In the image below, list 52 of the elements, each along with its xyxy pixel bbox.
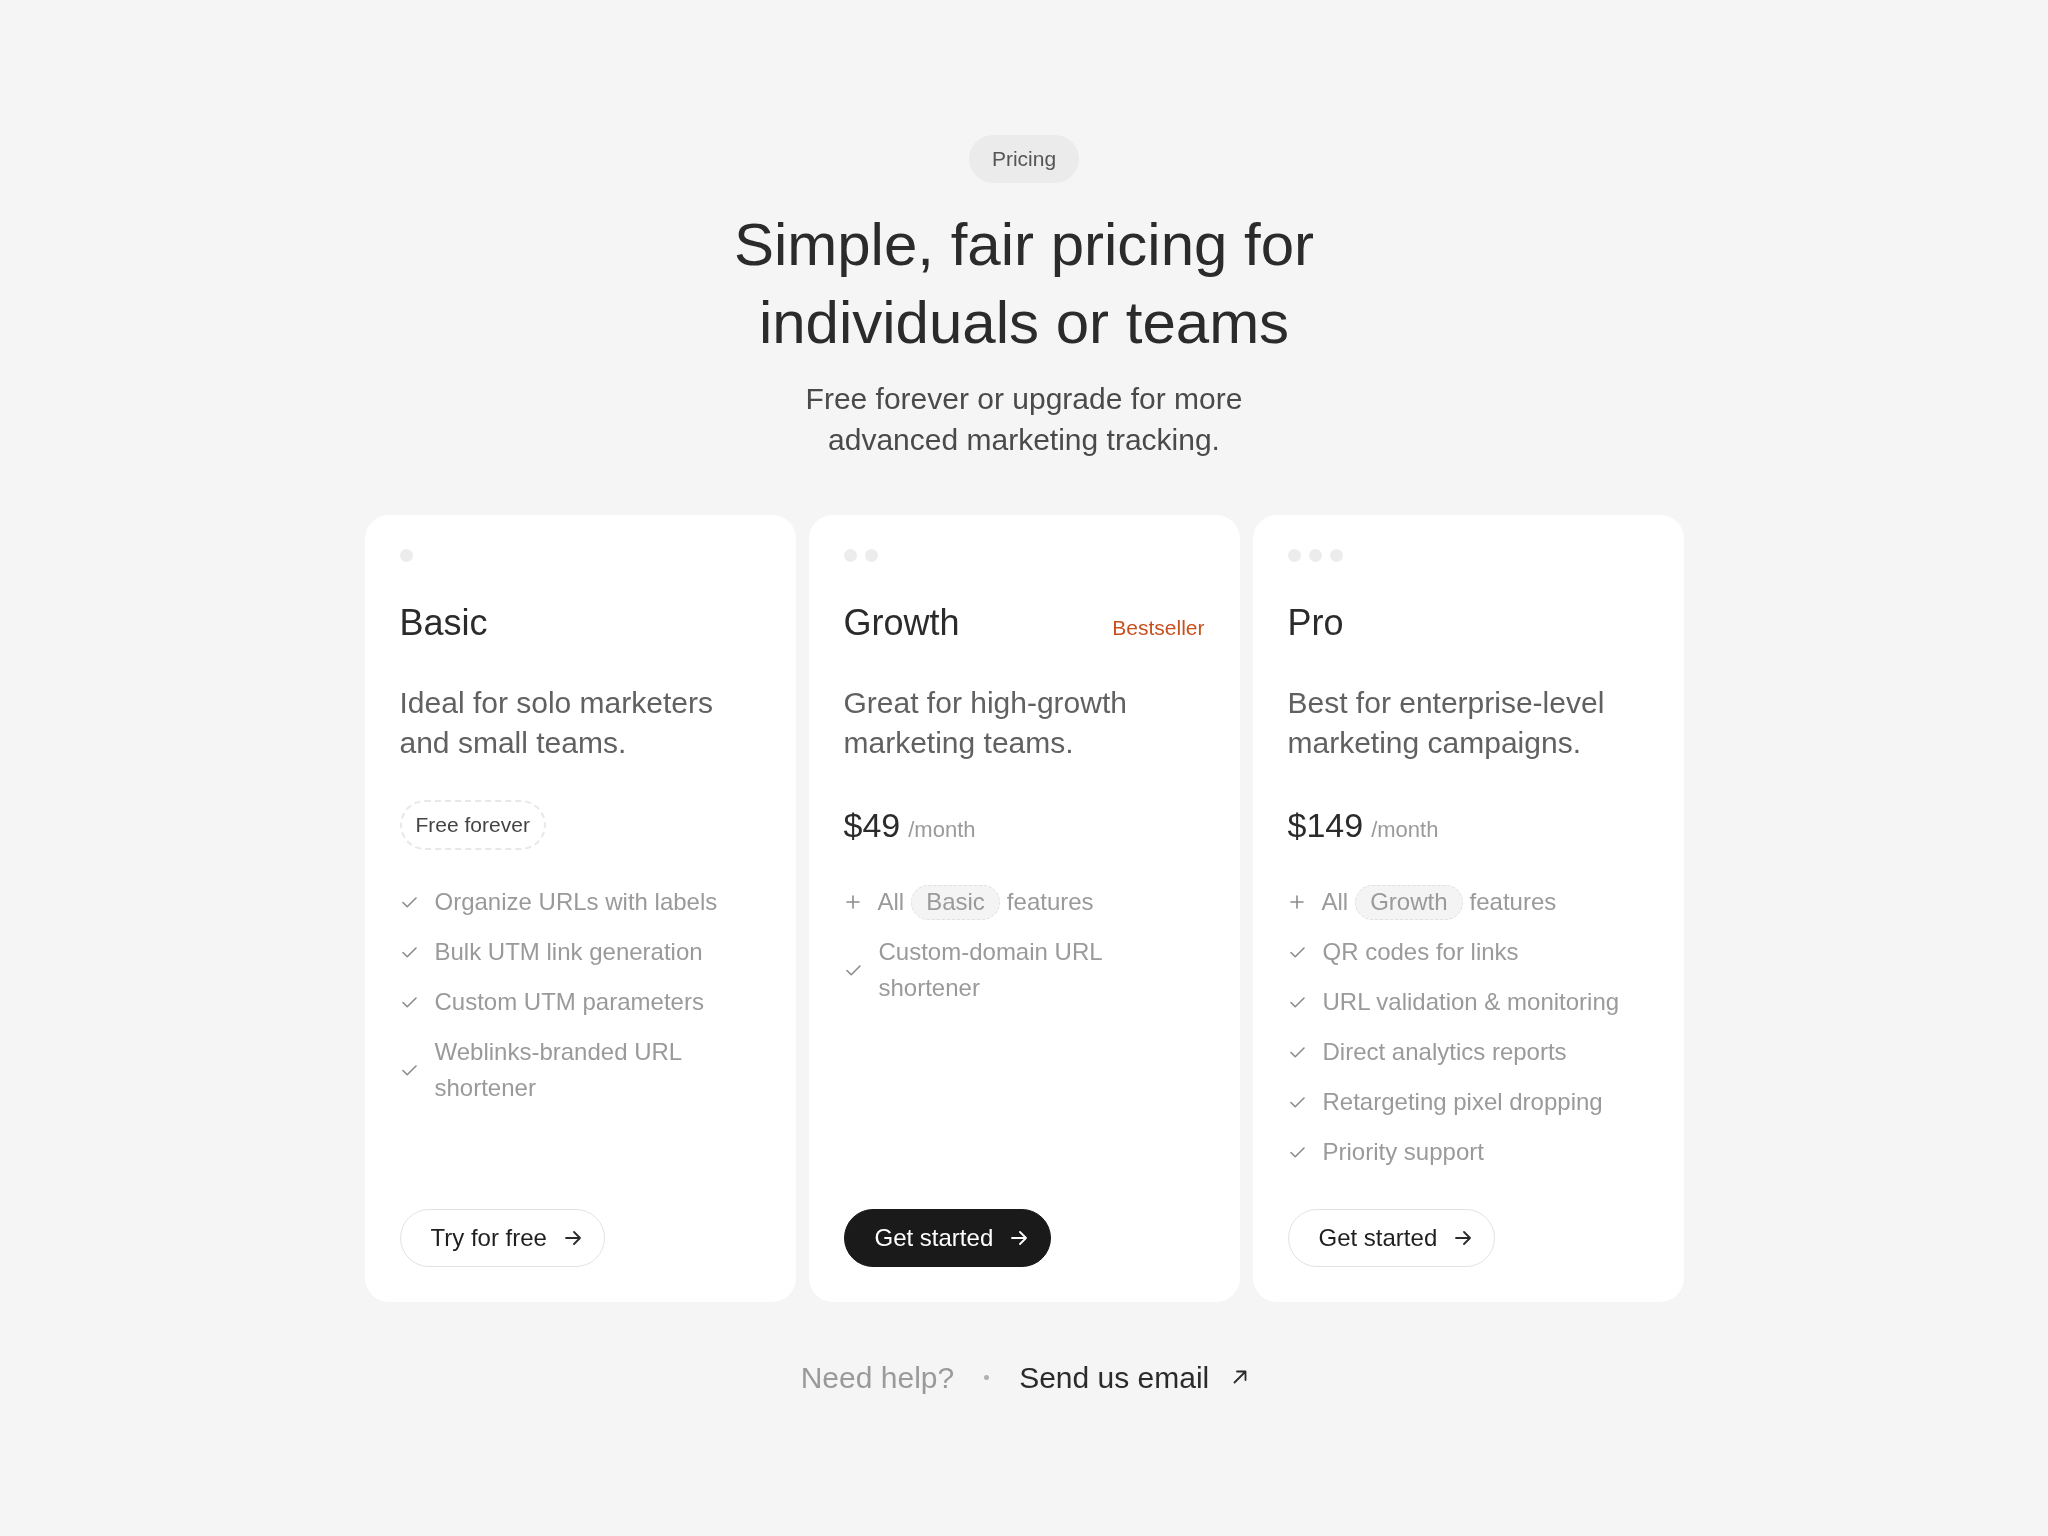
check-icon: [401, 896, 417, 908]
bestseller-label: Bestseller: [1112, 615, 1205, 641]
feature-text: QR codes for links: [1322, 937, 1519, 967]
plan-name: Pro: [1287, 601, 1344, 645]
price-period: /month: [908, 816, 976, 844]
email-link[interactable]: Send us email: [1019, 1354, 1248, 1400]
check-icon: [1289, 1046, 1305, 1058]
plan-name: Basic: [399, 601, 488, 645]
plan-description: Ideal for solo marketers and small teams.: [399, 685, 714, 761]
page-heading: Simple, fair pricing for individuals or teams: [732, 210, 1316, 358]
feature-text: Bulk UTM link generation: [434, 937, 703, 967]
feature-text: features: [1469, 887, 1557, 917]
plus-icon: [845, 895, 860, 909]
plan-description: Best for enterprise-level marketing campaigns.: [1287, 685, 1606, 761]
check-icon: [1289, 1096, 1305, 1108]
plus-icon: [1289, 895, 1304, 909]
price-period: /month: [1371, 816, 1439, 844]
arrow-up-right-icon: [1233, 1370, 1248, 1384]
check-icon: [845, 964, 861, 976]
arrow-right-icon: [1011, 1231, 1028, 1245]
cta-button[interactable]: Get started: [843, 1209, 1052, 1267]
help-text: Need help?: [800, 1359, 955, 1396]
plan-tag: Growth: [1355, 884, 1463, 920]
feature-text: features: [1006, 887, 1094, 917]
price-amount: $49: [843, 805, 901, 846]
check-icon: [401, 996, 417, 1008]
feature-text: Priority support: [1322, 1137, 1484, 1167]
feature-text: Weblinks-branded URL shortener: [434, 1037, 683, 1103]
cta-button[interactable]: Try for free: [399, 1209, 605, 1267]
feature-text: Retargeting pixel dropping: [1322, 1087, 1603, 1117]
price-amount: $149: [1287, 805, 1364, 846]
plan-tag: Basic: [911, 884, 1000, 920]
feature-text: All: [1321, 887, 1349, 917]
arrow-right-icon: [1455, 1231, 1472, 1245]
feature-text: Custom-domain URL shortener: [878, 937, 1103, 1003]
feature-text: Custom UTM parameters: [434, 987, 704, 1017]
check-icon: [401, 1064, 417, 1076]
check-icon: [1289, 996, 1305, 1008]
check-icon: [1289, 946, 1305, 958]
check-icon: [401, 946, 417, 958]
plan-name: Growth: [843, 601, 960, 645]
feature-text: Organize URLs with labels: [434, 887, 718, 917]
arrow-right-icon: [564, 1231, 581, 1245]
feature-text: All: [877, 887, 905, 917]
free-tag: Free forever: [399, 800, 546, 850]
feature-text: Direct analytics reports: [1322, 1037, 1567, 1067]
plan-description: Great for high-growth marketing teams.: [843, 685, 1128, 761]
feature-text: URL validation & monitoring: [1322, 987, 1620, 1017]
cta-button[interactable]: Get started: [1287, 1209, 1496, 1267]
page-subtitle: Free forever or upgrade for more advanced marketing tracking.: [804, 381, 1244, 458]
check-icon: [1289, 1146, 1305, 1158]
section-tag: Pricing: [968, 135, 1080, 183]
